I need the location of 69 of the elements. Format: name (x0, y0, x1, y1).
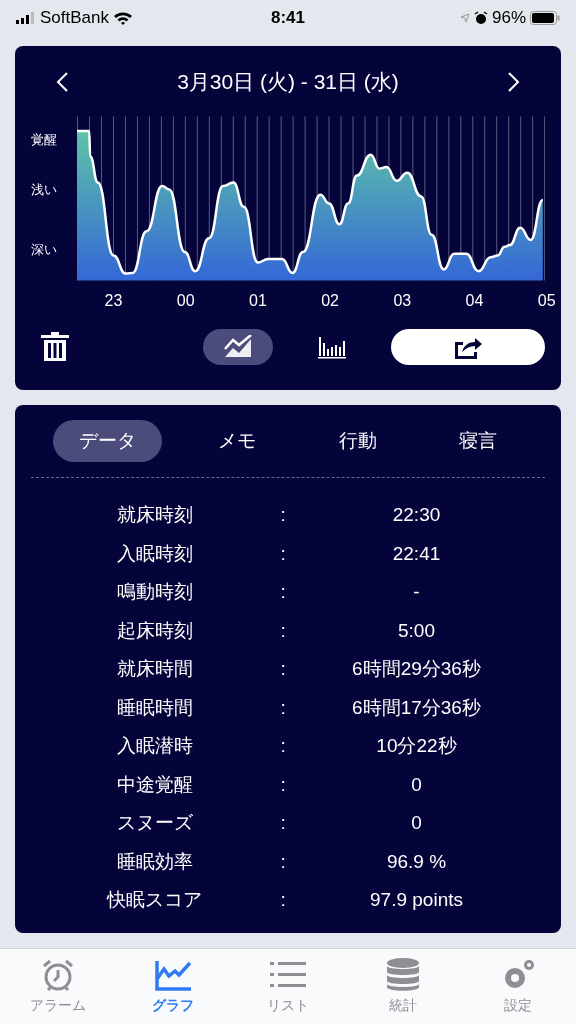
row-label: 鳴動時刻 (115, 580, 194, 604)
row-separator: : (279, 811, 287, 835)
tab-bar-item[interactable]: グラフ (115, 949, 231, 1024)
hour-label: 23 (104, 291, 123, 311)
trash-icon (41, 331, 69, 363)
tab-bar-item[interactable]: アラーム (0, 949, 116, 1024)
tab-bar-item[interactable]: 設定 (460, 949, 576, 1024)
row-separator: : (279, 618, 287, 643)
row-value: 22:41 (391, 541, 442, 566)
delete-button[interactable] (41, 330, 71, 364)
sleep-stage-label: 深い (31, 241, 57, 259)
sleep-stage-label: 浅い (31, 181, 57, 199)
row-value: 0 (410, 811, 423, 835)
row-separator: : (279, 695, 287, 720)
row-label: 就床時間 (115, 657, 194, 681)
location-arrow-icon (459, 13, 470, 23)
row-separator: : (279, 888, 287, 912)
row-label: 中途覚醒 (115, 772, 194, 797)
hour-label: 03 (393, 291, 412, 311)
row-value: 5:00 (397, 618, 436, 643)
bar-chart-icon (317, 335, 347, 359)
hour-label: 05 (537, 291, 556, 311)
row-value: 22:30 (391, 503, 442, 527)
tab[interactable]: 行動 (312, 420, 403, 462)
chevron-right-icon (507, 71, 521, 93)
tab[interactable]: 寝言 (433, 420, 523, 462)
row-value: 0 (410, 772, 423, 797)
battery-percent: 96% (491, 7, 526, 30)
share-button[interactable] (391, 329, 545, 365)
row-separator: : (279, 503, 287, 527)
row-value: 6時間17分36秒 (351, 695, 482, 720)
row-label: 睡眠時間 (115, 695, 194, 720)
row-value: 10分22秒 (375, 734, 458, 758)
alarm-clock-icon (473, 11, 488, 25)
row-separator: : (279, 657, 287, 681)
row-separator: : (279, 580, 287, 604)
row-value: 6時間29分36秒 (351, 657, 482, 681)
row-separator: : (279, 772, 287, 797)
clock-time: 8:41 (271, 7, 305, 30)
row-value: - (412, 580, 421, 604)
row-label: 睡眠効率 (115, 849, 194, 874)
row-separator: : (279, 541, 287, 566)
wifi-icon (113, 11, 133, 25)
row-separator: : (279, 849, 287, 874)
area-chart-icon (223, 335, 253, 359)
hour-label: 04 (465, 291, 484, 311)
tab-bar-item[interactable]: 統計 (345, 949, 461, 1024)
sleep-stage-label: 覚醒 (31, 131, 57, 149)
row-value: 97.9 points (369, 888, 464, 912)
battery-icon (530, 11, 560, 25)
tab[interactable]: メモ (192, 420, 283, 462)
row-label: 入眠時刻 (115, 541, 194, 566)
carrier-name: SoftBank (40, 7, 109, 30)
tab[interactable]: データ (53, 420, 162, 462)
row-label: 就床時刻 (115, 503, 194, 527)
row-value: 96.9 % (385, 849, 448, 874)
chevron-left-icon (55, 71, 69, 93)
hour-label: 02 (321, 291, 339, 311)
row-label: 快眠スコア (105, 888, 204, 912)
hour-label: 00 (176, 291, 195, 311)
hour-label: 01 (249, 291, 267, 311)
chart-view-toggle[interactable] (203, 329, 273, 365)
row-label: 起床時刻 (115, 618, 194, 643)
row-label: 入眠潜時 (115, 734, 194, 758)
tab-bar-item[interactable]: リスト (230, 949, 346, 1024)
row-label: スヌーズ (115, 811, 194, 835)
row-separator: : (279, 734, 287, 758)
signal-icon (16, 12, 36, 24)
date-range: 3月30日 (火) - 31日 (水) (177, 69, 399, 96)
